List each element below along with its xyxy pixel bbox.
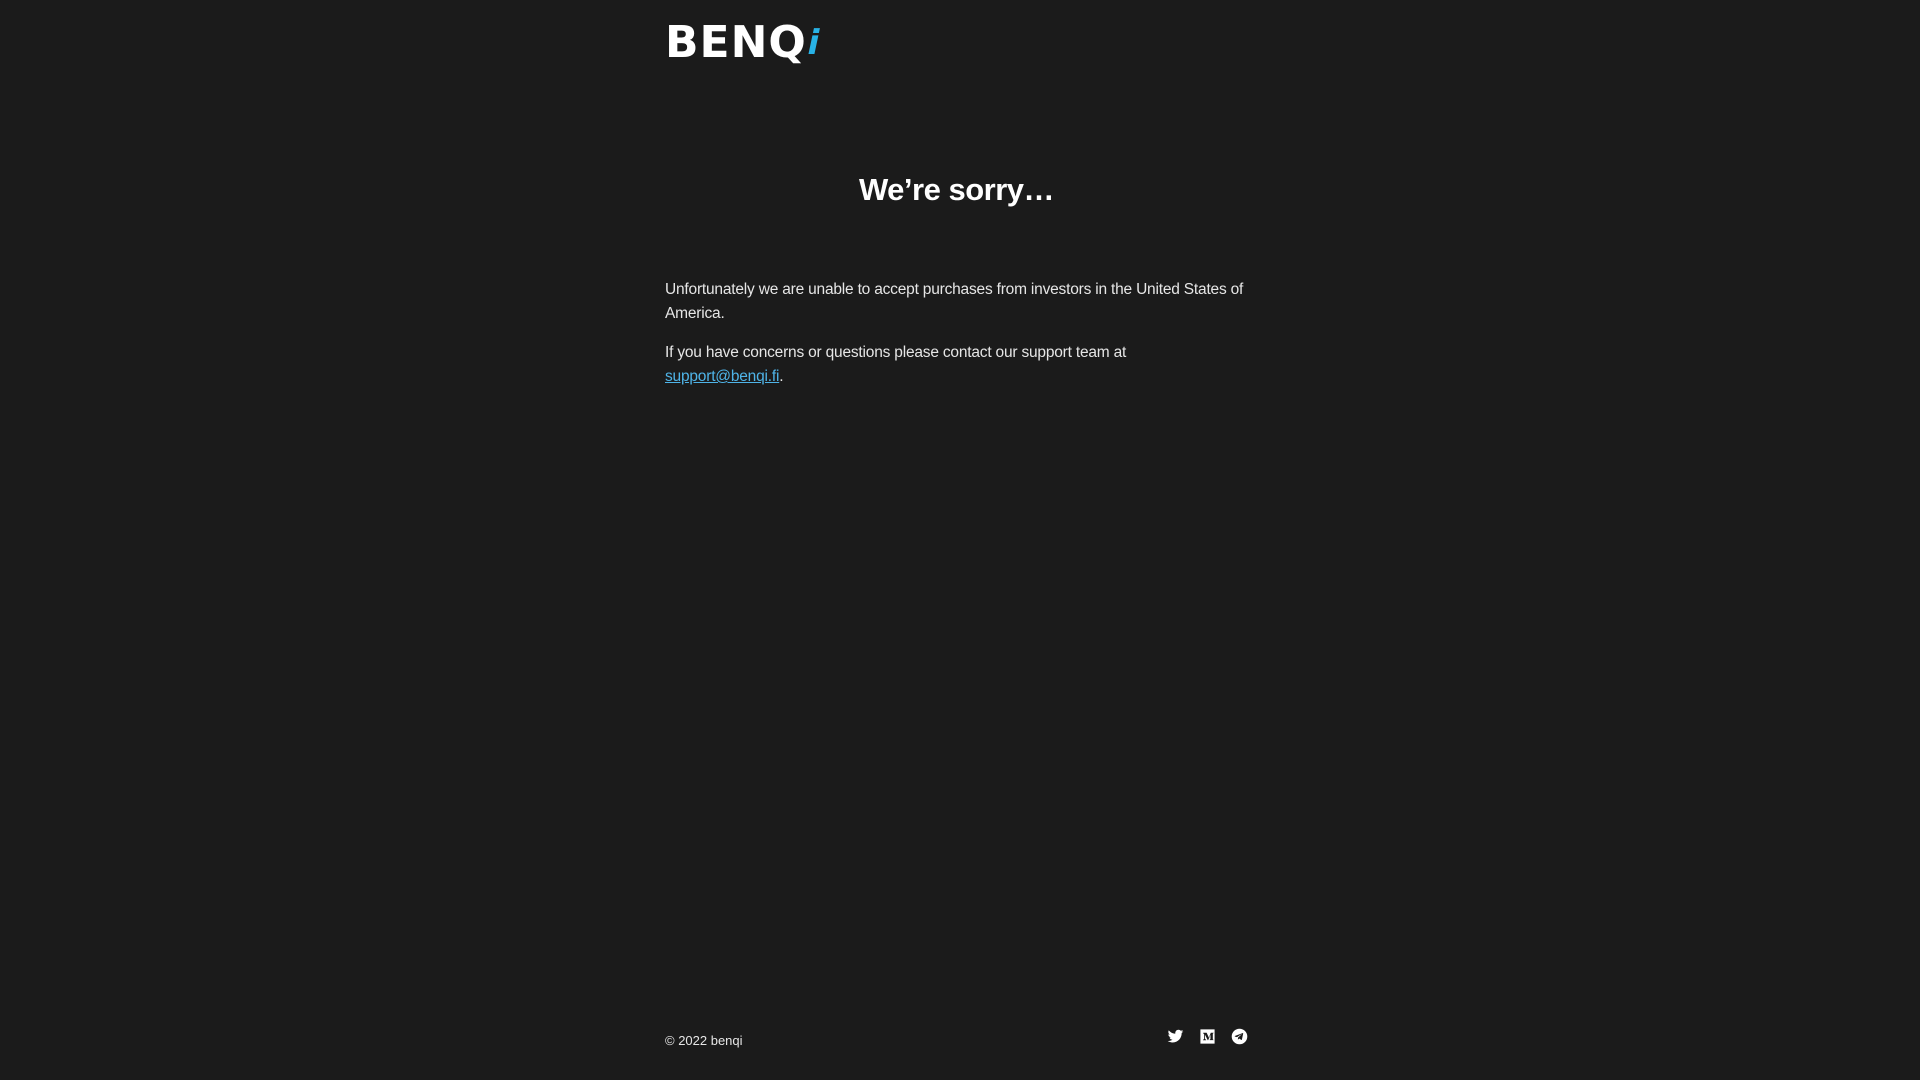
benqi-logo[interactable]: BENQ i: [665, 17, 825, 68]
restriction-message: Unfortunately we are unable to accept pu…: [665, 281, 1244, 322]
social-links: [1167, 1028, 1248, 1045]
support-message: If you have concerns or questions please…: [665, 341, 1248, 389]
page: BENQ i We’re sorry… Unfortunately we are …: [0, 0, 1920, 1080]
twitter-icon[interactable]: [1167, 1028, 1184, 1045]
content-container: BENQ i We’re sorry… Unfortunately we are …: [665, 0, 1248, 1080]
support-email-link[interactable]: support@benqi.fi: [665, 368, 779, 385]
copyright-text: © 2022 benqi: [665, 1033, 743, 1048]
page-title: We’re sorry…: [858, 172, 1055, 207]
logo-text: BENQ: [665, 17, 807, 68]
support-message-prefix: If you have concerns or questions please…: [665, 344, 1127, 361]
footer: © 2022 benqi: [665, 1028, 1248, 1052]
telegram-icon[interactable]: [1231, 1028, 1248, 1045]
medium-icon[interactable]: [1199, 1028, 1216, 1045]
support-message-suffix: .: [779, 368, 784, 385]
